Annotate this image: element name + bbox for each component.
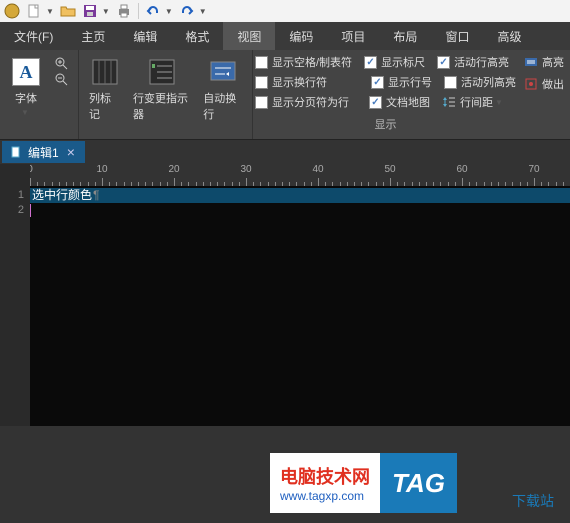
menu-encoding[interactable]: 编码	[275, 22, 327, 50]
watermark-extra: 下载站	[512, 491, 554, 511]
extra-group: 高亮 做出	[518, 50, 570, 139]
open-file-icon[interactable]	[60, 3, 76, 19]
check-show-line-num[interactable]: 显示行号	[371, 74, 432, 90]
check-show-newline[interactable]: 显示换行符	[255, 74, 327, 90]
print-icon[interactable]	[116, 3, 132, 19]
line-change-label: 行变更指示器	[133, 90, 191, 122]
menu-home[interactable]: 主页	[67, 22, 119, 50]
display-group-label: 显示	[253, 114, 518, 134]
checkbox-icon	[437, 56, 450, 69]
export-icon	[524, 77, 538, 91]
menu-file[interactable]: 文件(F)	[0, 22, 67, 50]
check-show-pagebreak[interactable]: 显示分页符为行	[255, 94, 349, 110]
font-button[interactable]: A 字体 ▼	[6, 54, 46, 119]
menu-project[interactable]: 项目	[327, 22, 379, 50]
save-icon[interactable]	[82, 3, 98, 19]
checkbox-icon	[255, 76, 268, 89]
line-spacing-button[interactable]: 行间距▼	[442, 94, 503, 110]
menu-advanced[interactable]: 高级	[483, 22, 535, 50]
watermark: 电脑技术网 www.tagxp.com TAG	[270, 453, 520, 513]
new-file-icon[interactable]	[26, 3, 42, 19]
checkbox-icon	[255, 96, 268, 109]
check-active-col-hl[interactable]: 活动列高亮	[444, 74, 516, 90]
checkbox-icon	[255, 56, 268, 69]
line-number: 2	[0, 203, 24, 218]
ruler-number: 10	[96, 164, 107, 175]
ruler: 0 10 20 30 40 50 60 70	[30, 164, 570, 186]
watermark-title: 电脑技术网	[280, 463, 370, 489]
check-show-ruler[interactable]: 显示标尺	[364, 54, 425, 70]
document-tab-label: 编辑1	[28, 144, 59, 161]
dropdown-icon[interactable]: ▼	[46, 7, 54, 16]
line-change-icon	[146, 56, 178, 88]
checkbox-icon	[371, 76, 384, 89]
highlight-button[interactable]: 高亮	[524, 54, 564, 70]
menu-format[interactable]: 格式	[171, 22, 223, 50]
document-tab[interactable]: 编辑1 ×	[2, 141, 85, 163]
text-cursor	[30, 204, 31, 217]
display-group: 显示空格/制表符 显示标尺 活动行高亮 显示换行符 显示行号 活动列高亮 显示分…	[253, 50, 518, 139]
check-show-space-tab[interactable]: 显示空格/制表符	[255, 54, 352, 70]
export-button[interactable]: 做出	[524, 76, 564, 92]
dropdown-icon: ▼	[495, 98, 503, 107]
watermark-url: www.tagxp.com	[280, 489, 370, 503]
watermark-text: 电脑技术网 www.tagxp.com	[270, 453, 380, 513]
menu-view[interactable]: 视图	[223, 22, 275, 50]
document-tab-bar: 编辑1 ×	[0, 140, 570, 164]
dropdown-icon: ▼	[21, 108, 29, 117]
ruler-corner	[0, 164, 30, 186]
undo-icon[interactable]	[145, 3, 161, 19]
menu-window[interactable]: 窗口	[431, 22, 483, 50]
line-number: 1	[0, 188, 24, 203]
active-line	[30, 203, 570, 218]
ruler-number: 70	[528, 164, 539, 175]
col-marker-button[interactable]: 列标记	[85, 54, 125, 124]
ruler-number: 60	[456, 164, 467, 175]
ruler-number: 40	[312, 164, 323, 175]
zoom-out-icon[interactable]	[54, 72, 68, 86]
dropdown-icon[interactable]: ▼	[165, 7, 173, 16]
ribbon: A 字体 ▼ 列标记 行变更指示器 自动	[0, 50, 570, 140]
ruler-number: 50	[384, 164, 395, 175]
menu-layout[interactable]: 布局	[379, 22, 431, 50]
menu-edit[interactable]: 编辑	[119, 22, 171, 50]
line-change-button[interactable]: 行变更指示器	[129, 54, 195, 124]
document-icon	[10, 146, 22, 158]
font-label: 字体	[15, 90, 37, 106]
dropdown-icon[interactable]: ▼	[102, 7, 110, 16]
menu-bar: 文件(F) 主页 编辑 格式 视图 编码 项目 布局 窗口 高级	[0, 22, 570, 50]
ruler-number: 30	[240, 164, 251, 175]
auto-wrap-button[interactable]: 自动换行	[199, 54, 246, 124]
col-marker-label: 列标记	[89, 90, 121, 122]
check-doc-map[interactable]: 文档地图	[369, 94, 430, 110]
zoom-buttons[interactable]	[50, 54, 72, 119]
ruler-number: 20	[168, 164, 179, 175]
font-letter-icon: A	[12, 58, 40, 86]
close-tab-button[interactable]: ×	[65, 144, 77, 160]
dropdown-icon[interactable]: ▼	[199, 7, 207, 16]
zoom-in-icon[interactable]	[54, 56, 68, 70]
marker-group: 列标记 行变更指示器 自动换行	[79, 50, 253, 139]
col-marker-icon	[89, 56, 121, 88]
checkbox-icon	[444, 76, 457, 89]
code-area[interactable]: 选中行颜色¶	[30, 186, 570, 426]
redo-icon[interactable]	[179, 3, 195, 19]
selected-line: 选中行颜色¶	[30, 188, 570, 203]
watermark-tag: TAG	[380, 453, 457, 513]
ruler-number: 0	[30, 164, 33, 175]
line-number-gutter: 1 2	[0, 186, 30, 426]
auto-wrap-label: 自动换行	[203, 90, 242, 122]
eol-glyph: ¶	[93, 188, 99, 203]
line-spacing-icon	[442, 95, 456, 109]
checkbox-icon	[364, 56, 377, 69]
auto-wrap-icon	[207, 56, 239, 88]
checkbox-icon	[369, 96, 382, 109]
check-active-line-hl[interactable]: 活动行高亮	[437, 54, 509, 70]
app-icon[interactable]	[4, 3, 20, 19]
quick-access-toolbar: ▼ ▼ ▼ ▼	[0, 0, 570, 22]
separator	[138, 3, 139, 19]
font-group: A 字体 ▼	[0, 50, 79, 139]
highlight-icon	[524, 55, 538, 69]
editor: 1 2 选中行颜色¶	[0, 186, 570, 426]
